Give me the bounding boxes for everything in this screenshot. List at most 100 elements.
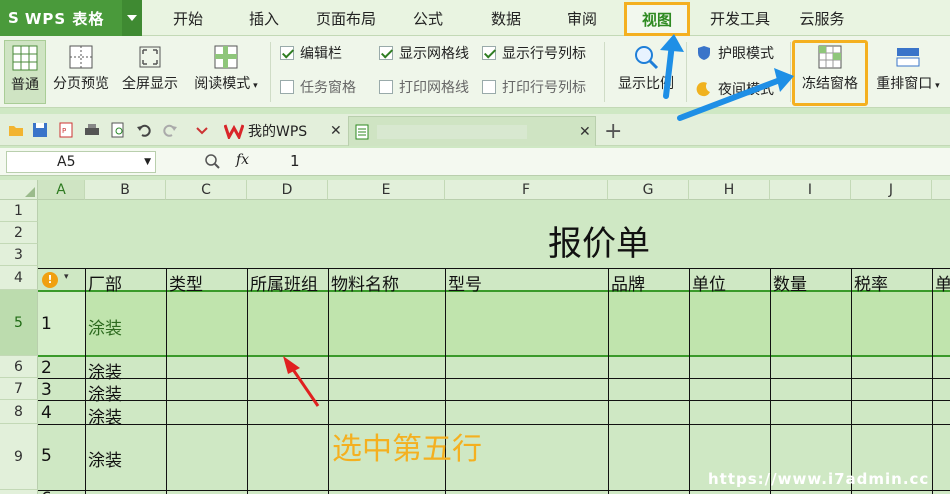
table-border	[932, 268, 933, 494]
column-header[interactable]: A	[38, 180, 85, 200]
print-headings-checkbox[interactable]: 打印行号列标	[482, 76, 586, 98]
row-header[interactable]: 4	[0, 266, 38, 290]
header-cell[interactable]: 税率	[854, 270, 888, 295]
tab-developer[interactable]: 开发工具	[706, 0, 774, 36]
normal-view-button[interactable]: 普通	[4, 40, 46, 104]
rearrange-dropdown-icon[interactable]: ▾	[932, 81, 940, 91]
column-header[interactable]: G	[608, 180, 689, 200]
tab-home[interactable]: 开始	[166, 0, 210, 36]
column-header[interactable]: J	[851, 180, 932, 200]
table-cell-no[interactable]: 5	[41, 446, 52, 466]
table-cell-no[interactable]: 6	[41, 489, 52, 494]
row-header[interactable]: 2	[0, 222, 38, 244]
night-mode-button[interactable]: 夜间模式	[696, 78, 774, 100]
moon-icon	[696, 82, 710, 97]
reading-mode-button[interactable]: 阅读模式 ▾	[188, 40, 264, 104]
column-header[interactable]: I	[770, 180, 851, 200]
app-dropdown-icon[interactable]	[122, 0, 142, 36]
customize-toolbar-icon[interactable]	[194, 122, 210, 138]
reading-mode-icon	[188, 40, 264, 74]
name-box-dropdown-icon[interactable]: ▼	[144, 152, 151, 172]
column-header[interactable]	[932, 180, 950, 200]
header-cell[interactable]: 类型	[169, 270, 203, 295]
table-cell-dept[interactable]: 涂装	[88, 403, 122, 428]
rearrange-windows-button[interactable]: 重排窗口 ▾	[870, 40, 946, 104]
tab-cloud[interactable]: 云服务	[796, 0, 848, 36]
print-icon[interactable]	[84, 122, 100, 138]
select-all-corner[interactable]	[0, 180, 38, 200]
selection-border	[38, 355, 950, 357]
print-gridlines-checkbox[interactable]: 打印网格线	[379, 76, 469, 98]
tab-page-layout[interactable]: 页面布局	[312, 0, 380, 36]
formula-input[interactable]: 1	[290, 152, 300, 170]
print-preview-icon[interactable]	[110, 122, 126, 138]
formula-bar-checkbox[interactable]: 编辑栏	[280, 42, 342, 64]
header-cell[interactable]: 物料名称	[331, 270, 399, 295]
column-header[interactable]: E	[328, 180, 445, 200]
table-cell-no[interactable]: 3	[41, 380, 52, 400]
row-header[interactable]	[0, 490, 38, 494]
fullscreen-button[interactable]: 全屏显示	[118, 40, 182, 104]
header-cell[interactable]: 厂部	[88, 270, 122, 295]
show-headings-checkbox[interactable]: 显示行号列标	[482, 42, 586, 64]
row-header[interactable]: 6	[0, 356, 38, 378]
export-pdf-icon[interactable]: P	[58, 122, 74, 138]
column-header[interactable]: B	[85, 180, 166, 200]
header-cell[interactable]: 所属班组	[250, 270, 318, 295]
header-cell[interactable]: 数量	[773, 270, 807, 295]
tab-insert[interactable]: 插入	[242, 0, 286, 36]
table-border	[85, 268, 86, 494]
zoom-button[interactable]: 显示比例	[614, 40, 678, 104]
warning-icon[interactable]: !	[42, 272, 58, 288]
column-header[interactable]: F	[445, 180, 608, 200]
redo-icon[interactable]	[162, 122, 178, 138]
doc-tab-quote-sheet[interactable]: ✕	[348, 116, 596, 146]
checkbox-checked-icon	[482, 46, 496, 60]
undo-icon[interactable]	[136, 122, 152, 138]
row-header[interactable]: 5	[0, 290, 38, 356]
row-header[interactable]: 9	[0, 424, 38, 490]
table-cell-no[interactable]: 4	[41, 403, 52, 423]
reading-mode-dropdown-icon[interactable]: ▾	[250, 81, 258, 91]
table-cell-no[interactable]: 1	[41, 314, 52, 334]
eye-protection-button[interactable]: 护眼模式	[696, 42, 774, 64]
sheet-file-icon	[355, 124, 369, 139]
doc-tab-my-wps[interactable]: 我的WPS ✕	[218, 116, 346, 146]
page-break-preview-button[interactable]: 分页预览	[50, 40, 112, 104]
tab-review[interactable]: 审阅	[560, 0, 604, 36]
row-header[interactable]: 1	[0, 200, 38, 222]
table-cell-dept[interactable]: 涂装	[88, 314, 122, 339]
show-gridlines-checkbox[interactable]: 显示网格线	[379, 42, 469, 64]
task-pane-checkbox[interactable]: 任务窗格	[280, 76, 356, 98]
column-header[interactable]: H	[689, 180, 770, 200]
close-tab-icon[interactable]: ✕	[579, 124, 591, 140]
table-cell-dept[interactable]: 涂装	[88, 380, 122, 405]
table-border	[770, 268, 771, 494]
tab-data[interactable]: 数据	[484, 0, 528, 36]
table-cell-dept[interactable]: 涂装	[88, 446, 122, 471]
header-cell[interactable]: 单	[935, 270, 950, 295]
save-icon[interactable]	[32, 122, 48, 138]
close-tab-icon[interactable]: ✕	[330, 123, 342, 139]
column-header[interactable]: D	[247, 180, 328, 200]
header-cell[interactable]: 品牌	[611, 270, 645, 295]
insert-function-icon[interactable]: fx	[236, 152, 249, 168]
app-menu-button[interactable]: S WPS 表格	[0, 0, 142, 36]
column-header[interactable]: C	[166, 180, 247, 200]
formula-bar: A5 ▼ fx 1	[0, 148, 950, 176]
tab-formula[interactable]: 公式	[406, 0, 450, 36]
row-header[interactable]: 8	[0, 400, 38, 424]
zoom-search-icon[interactable]	[204, 153, 220, 169]
name-box[interactable]: A5 ▼	[6, 151, 156, 173]
table-cell-no[interactable]: 2	[41, 358, 52, 378]
header-cell[interactable]: 单位	[692, 270, 726, 295]
spreadsheet-grid[interactable]: A B C D E F G H I J 1 2 3 4 5 6 7 8 9 报价…	[0, 180, 950, 494]
tab-view[interactable]: 视图	[624, 2, 690, 36]
header-cell[interactable]: 型号	[448, 270, 482, 295]
new-tab-button[interactable]: +	[604, 116, 624, 146]
open-folder-icon[interactable]	[8, 122, 24, 138]
row-header[interactable]: 3	[0, 244, 38, 266]
row-header[interactable]: 7	[0, 378, 38, 400]
table-cell-dept[interactable]: 涂装	[88, 489, 122, 494]
warning-dropdown-icon[interactable]: ▾	[64, 272, 69, 282]
